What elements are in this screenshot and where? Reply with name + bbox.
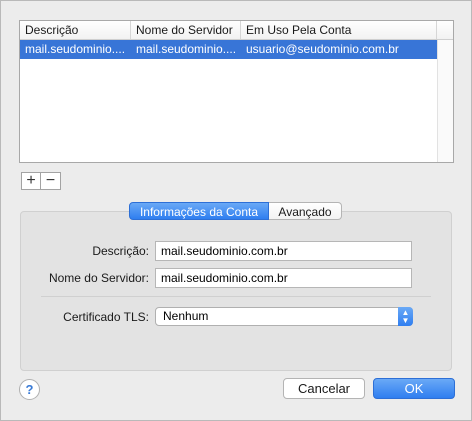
column-header-em-uso[interactable]: Em Uso Pela Conta	[241, 21, 437, 39]
smtp-accounts-table[interactable]: Descrição Nome do Servidor Em Uso Pela C…	[19, 20, 454, 163]
tab-informacoes-da-conta[interactable]: Informações da Conta	[129, 202, 269, 220]
server-name-field[interactable]: mail.seudominio.com.br	[155, 268, 412, 288]
account-settings-panel	[20, 211, 452, 371]
cell-em-uso: usuario@seudominio.com.br	[246, 42, 399, 56]
column-header-servidor[interactable]: Nome do Servidor	[131, 21, 241, 39]
tab-avancado[interactable]: Avançado	[269, 202, 342, 220]
server-name-label: Nome do Servidor:	[48, 271, 149, 285]
add-server-button[interactable]: +	[21, 172, 41, 190]
cell-descricao: mail.seudominio....	[25, 42, 126, 56]
remove-server-button[interactable]: −	[41, 172, 61, 190]
column-header-descricao[interactable]: Descrição	[20, 21, 131, 39]
tls-certificate-value: Nenhum	[163, 309, 209, 323]
cancel-button[interactable]: Cancelar	[283, 378, 365, 399]
description-field[interactable]: mail.seudominio.com.br	[155, 241, 412, 261]
form-divider	[41, 296, 431, 297]
tls-certificate-label: Certificado TLS:	[63, 310, 149, 324]
table-header: Descrição Nome do Servidor Em Uso Pela C…	[20, 21, 453, 40]
table-row[interactable]: mail.seudominio.... mail.seudominio.... …	[20, 40, 437, 59]
tls-certificate-select[interactable]: Nenhum ▲ ▼	[155, 307, 413, 326]
table-scrollbar[interactable]	[437, 40, 453, 162]
cell-servidor: mail.seudominio....	[136, 42, 237, 56]
ok-button[interactable]: OK	[373, 378, 455, 399]
description-label: Descrição:	[92, 244, 149, 258]
help-icon[interactable]: ?	[19, 379, 40, 400]
updown-chevron-icon: ▲ ▼	[398, 307, 413, 326]
